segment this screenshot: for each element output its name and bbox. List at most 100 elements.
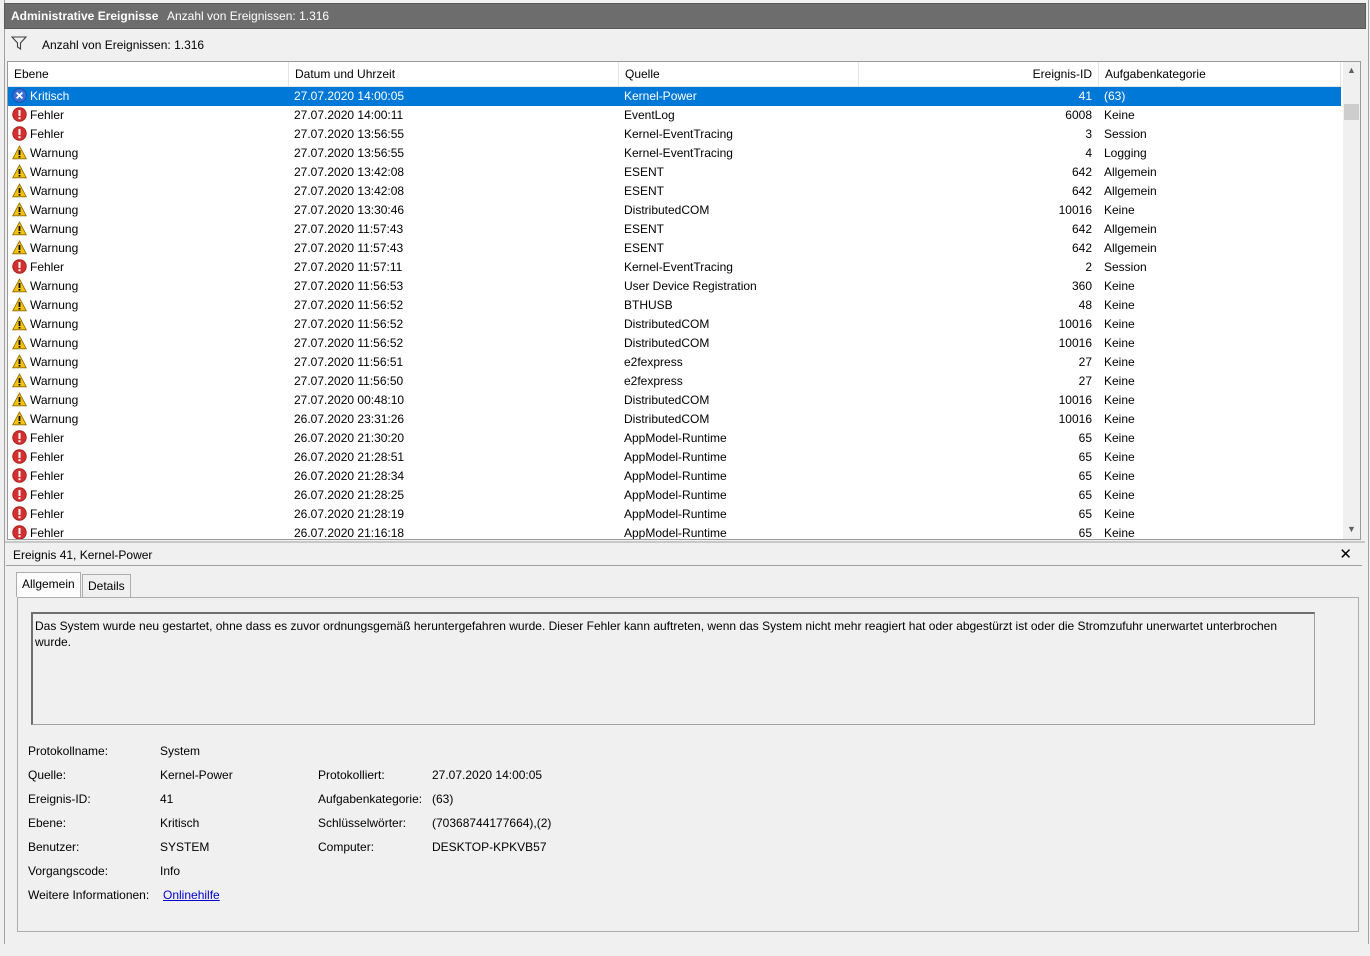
cell-date: 27.07.2020 11:57:43	[294, 241, 404, 255]
scroll-down-icon[interactable]: ▼	[1346, 524, 1357, 534]
cell-date: 26.07.2020 21:30:20	[294, 431, 405, 445]
cell-date: 27.07.2020 11:56:50	[294, 374, 404, 388]
cell-level: Warnung	[12, 201, 282, 220]
warning-icon	[12, 297, 27, 312]
table-row[interactable]: Warnung 26.07.2020 23:31:26 DistributedCOM…	[8, 410, 1341, 429]
table-row[interactable]: Fehler 26.07.2020 21:30:20 AppModel-Runtim…	[8, 429, 1341, 448]
cell-category: Keine	[1104, 450, 1135, 464]
label-task-category: Aufgabenkategorie:	[318, 792, 423, 806]
table-row[interactable]: Warnung 27.07.2020 11:57:43 ESENT 642 Allgem…	[8, 239, 1341, 258]
event-description[interactable]: Das System wurde neu gestartet, ohne das…	[31, 612, 1315, 725]
scroll-up-icon[interactable]: ▲	[1346, 65, 1357, 75]
cell-category: Allgemein	[1104, 184, 1157, 198]
view-event-count: Anzahl von Ereignissen: 1.316	[167, 9, 330, 23]
cell-source: AppModel-Runtime	[624, 526, 727, 540]
online-help-link[interactable]: Onlinehilfe	[163, 888, 220, 902]
cell-source: AppModel-Runtime	[624, 450, 727, 464]
table-row[interactable]: Fehler 26.07.2020 21:28:25 AppModel-Runtim…	[8, 486, 1341, 505]
filter-event-count: Anzahl von Ereignissen: 1.316	[42, 38, 205, 52]
cell-date: 27.07.2020 11:57:11	[294, 260, 403, 274]
tab-details[interactable]: Details	[82, 574, 131, 597]
column-header-date[interactable]: Datum und Uhrzeit	[289, 62, 619, 86]
table-row[interactable]: Warnung 27.07.2020 11:56:52 DistributedCOM…	[8, 315, 1341, 334]
column-header-source[interactable]: Quelle	[619, 62, 859, 86]
cell-date: 26.07.2020 21:28:51	[294, 450, 405, 464]
cell-date: 27.07.2020 13:56:55	[294, 146, 405, 160]
events-table: Ebene Datum und Uhrzeit Quelle Ereignis-…	[7, 61, 1361, 540]
cell-source: ESENT	[624, 222, 665, 236]
cell-source: AppModel-Runtime	[624, 431, 727, 445]
warning-icon	[12, 278, 27, 293]
table-row[interactable]: Fehler 26.07.2020 21:28:19 AppModel-Runtim…	[8, 505, 1341, 524]
cell-event-id: 27	[1078, 374, 1092, 388]
level-text: Warnung	[30, 355, 79, 369]
table-row[interactable]: Fehler 26.07.2020 21:16:18 AppModel-Runtim…	[8, 524, 1341, 540]
cell-source: Kernel-EventTracing	[624, 146, 733, 160]
cell-event-id: 10016	[1058, 336, 1092, 350]
table-row[interactable]: Warnung 27.07.2020 11:56:53 User Device Re…	[8, 277, 1341, 296]
cell-level: Warnung	[12, 372, 282, 391]
cell-event-id: 642	[1071, 222, 1092, 236]
table-row[interactable]: Warnung 27.07.2020 11:56:51 e2fexpress 27 Ke…	[8, 353, 1341, 372]
cell-event-id: 10016	[1058, 317, 1092, 331]
cell-event-id: 642	[1071, 241, 1092, 255]
cell-category: Session	[1104, 127, 1147, 141]
filter-icon[interactable]	[11, 36, 27, 50]
table-row[interactable]: Fehler 27.07.2020 13:56:55 Kernel-EventTra…	[8, 125, 1341, 144]
table-row[interactable]: Warnung 27.07.2020 11:56:52 BTHUSB 48 Keine	[8, 296, 1341, 315]
cell-event-id: 360	[1071, 279, 1092, 293]
table-row[interactable]: Fehler 26.07.2020 21:28:34 AppModel-Runtim…	[8, 467, 1341, 486]
column-header-event-id[interactable]: Ereignis-ID	[859, 62, 1099, 86]
error-icon	[12, 449, 27, 464]
cell-source: AppModel-Runtime	[624, 488, 727, 502]
table-row[interactable]: Warnung 27.07.2020 13:30:46 DistributedCOM…	[8, 201, 1341, 220]
vertical-scrollbar[interactable]: ▲ ▼	[1343, 62, 1360, 539]
error-icon	[12, 107, 27, 122]
label-source: Quelle:	[28, 768, 67, 782]
cell-event-id: 4	[1085, 146, 1092, 160]
value-source: Kernel-Power	[160, 768, 233, 782]
warning-icon	[12, 335, 27, 350]
table-row[interactable]: Fehler 27.07.2020 11:57:11 Kernel-EventTra…	[8, 258, 1341, 277]
label-computer: Computer:	[318, 840, 375, 854]
cell-source: Kernel-EventTracing	[624, 260, 733, 274]
cell-source: BTHUSB	[624, 298, 673, 312]
cell-date: 27.07.2020 11:56:53	[294, 279, 404, 293]
cell-category: Logging	[1104, 146, 1147, 160]
value-logged: 27.07.2020 14:00:05	[432, 768, 543, 782]
table-row[interactable]: Warnung 27.07.2020 00:48:10 DistributedCOM…	[8, 391, 1341, 410]
column-header-level[interactable]: Ebene	[8, 62, 289, 86]
scroll-thumb[interactable]	[1344, 104, 1359, 120]
column-header-category[interactable]: Aufgabenkategorie	[1099, 62, 1341, 86]
table-row[interactable]: Warnung 27.07.2020 11:56:52 DistributedCOM…	[8, 334, 1341, 353]
table-row[interactable]: Fehler 26.07.2020 21:28:51 AppModel-Runtim…	[8, 448, 1341, 467]
cell-date: 27.07.2020 11:56:52	[294, 317, 404, 331]
value-user: SYSTEM	[160, 840, 210, 854]
cell-level: Warnung	[12, 334, 282, 353]
cell-level: Warnung	[12, 315, 282, 334]
cell-event-id: 3	[1085, 127, 1092, 141]
cell-level: Warnung	[12, 182, 282, 201]
cell-category: Keine	[1104, 108, 1135, 122]
table-row[interactable]: Fehler 27.07.2020 14:00:11 EventLog 6008 Kei…	[8, 106, 1341, 125]
label-level: Ebene:	[28, 816, 67, 830]
cell-event-id: 65	[1078, 431, 1092, 445]
cell-level: Fehler	[12, 448, 282, 467]
table-row[interactable]: Warnung 27.07.2020 11:56:50 e2fexpress 27 Ke…	[8, 372, 1341, 391]
table-row[interactable]: Warnung 27.07.2020 11:57:43 ESENT 642 Allgem…	[8, 220, 1341, 239]
cell-category: Keine	[1104, 431, 1135, 445]
close-icon[interactable]: ✕	[1339, 545, 1352, 563]
warning-icon	[12, 373, 27, 388]
cell-date: 26.07.2020 21:28:25	[294, 488, 405, 502]
cell-category: Keine	[1104, 355, 1135, 369]
table-row[interactable]: Kritisch 27.07.2020 14:00:05 Kernel-Power 4…	[8, 87, 1341, 106]
table-row[interactable]: Warnung 27.07.2020 13:42:08 ESENT 642 Allgem…	[8, 163, 1341, 182]
level-text: Fehler	[30, 469, 65, 483]
level-text: Warnung	[30, 165, 79, 179]
tab-general[interactable]: Allgemein	[16, 572, 81, 597]
level-text: Fehler	[30, 488, 65, 502]
table-row[interactable]: Warnung 27.07.2020 13:42:08 ESENT 642 Allgem…	[8, 182, 1341, 201]
table-body: Kritisch 27.07.2020 14:00:05 Kernel-Power 4…	[8, 87, 1341, 540]
table-row[interactable]: Warnung 27.07.2020 13:56:55 Kernel-EventTr…	[8, 144, 1341, 163]
cell-event-id: 65	[1078, 526, 1092, 540]
